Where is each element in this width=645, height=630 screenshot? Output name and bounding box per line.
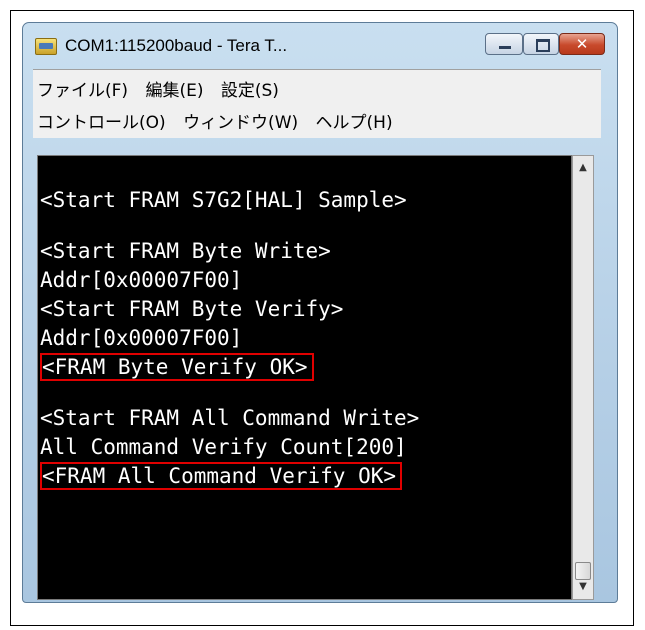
terminal-line-text: Addr[0x00007F00] [40, 268, 243, 292]
minimize-icon [499, 46, 511, 49]
window-title: COM1:115200baud - Tera T... [65, 36, 288, 55]
menu-setup[interactable]: 設定(S) [221, 76, 279, 101]
terminal-line-highlighted: <FRAM Byte Verify OK> [40, 353, 419, 382]
terminal-line: <Start FRAM All Command Write> [40, 404, 419, 433]
highlight-box: <FRAM All Command Verify OK> [40, 462, 403, 490]
terminal-line-text: <Start FRAM All Command Write> [40, 406, 420, 430]
teraterm-icon[interactable] [35, 38, 57, 55]
menu-bar: ファイル(F) 編集(E) 設定(S) コントロール(O) ウィンドウ(W) ヘ… [33, 69, 601, 138]
terminal-line-text: <Start FRAM S7G2[HAL] Sample> [40, 188, 407, 212]
vertical-scrollbar[interactable]: ▲ ▼ [572, 155, 594, 600]
terminal-line-text: All Command Verify Count[200] [40, 435, 407, 459]
terminal-line: <Start FRAM S7G2[HAL] Sample> [40, 186, 419, 215]
menu-row-2: コントロール(O) ウィンドウ(W) ヘルプ(H) [37, 108, 405, 133]
menu-edit[interactable]: 編集(E) [145, 76, 203, 101]
menu-row-1: ファイル(F) 編集(E) 設定(S) [37, 76, 291, 101]
close-button[interactable]: ✕ [559, 33, 605, 55]
terminal-line: Addr[0x00007F00] [40, 324, 419, 353]
terminal-line: <Start FRAM Byte Verify> [40, 295, 419, 324]
menu-help[interactable]: ヘルプ(H) [316, 108, 393, 133]
terminal-line-text: Addr[0x00007F00] [40, 326, 243, 350]
menu-file[interactable]: ファイル(F) [37, 76, 128, 101]
terminal-line: Addr[0x00007F00] [40, 266, 419, 295]
menu-window[interactable]: ウィンドウ(W) [183, 108, 298, 133]
terminal-line-highlighted: <FRAM All Command Verify OK> [40, 462, 419, 491]
terminal-output[interactable]: <Start FRAM S7G2[HAL] Sample> <Start FRA… [37, 155, 572, 600]
minimize-button[interactable] [485, 33, 523, 55]
terminal-lines: <Start FRAM S7G2[HAL] Sample> <Start FRA… [40, 186, 419, 491]
scroll-up-arrow-icon[interactable]: ▲ [573, 158, 593, 178]
scroll-down-arrow-icon[interactable]: ▼ [573, 577, 593, 597]
terminal-line: All Command Verify Count[200] [40, 433, 419, 462]
highlight-box: <FRAM Byte Verify OK> [40, 353, 314, 381]
maximize-button[interactable] [523, 33, 559, 55]
close-icon: ✕ [575, 35, 589, 53]
terminal-line-text: <Start FRAM Byte Write> [40, 239, 331, 263]
teraterm-window: COM1:115200baud - Tera T... ✕ ファイル(F) 編集… [22, 22, 618, 603]
menu-control[interactable]: コントロール(O) [37, 108, 166, 133]
title-bar[interactable]: COM1:115200baud - Tera T... ✕ [23, 23, 617, 69]
terminal-line: <Start FRAM Byte Write> [40, 237, 419, 266]
terminal-line-text: <Start FRAM Byte Verify> [40, 297, 344, 321]
maximize-icon [536, 39, 550, 52]
